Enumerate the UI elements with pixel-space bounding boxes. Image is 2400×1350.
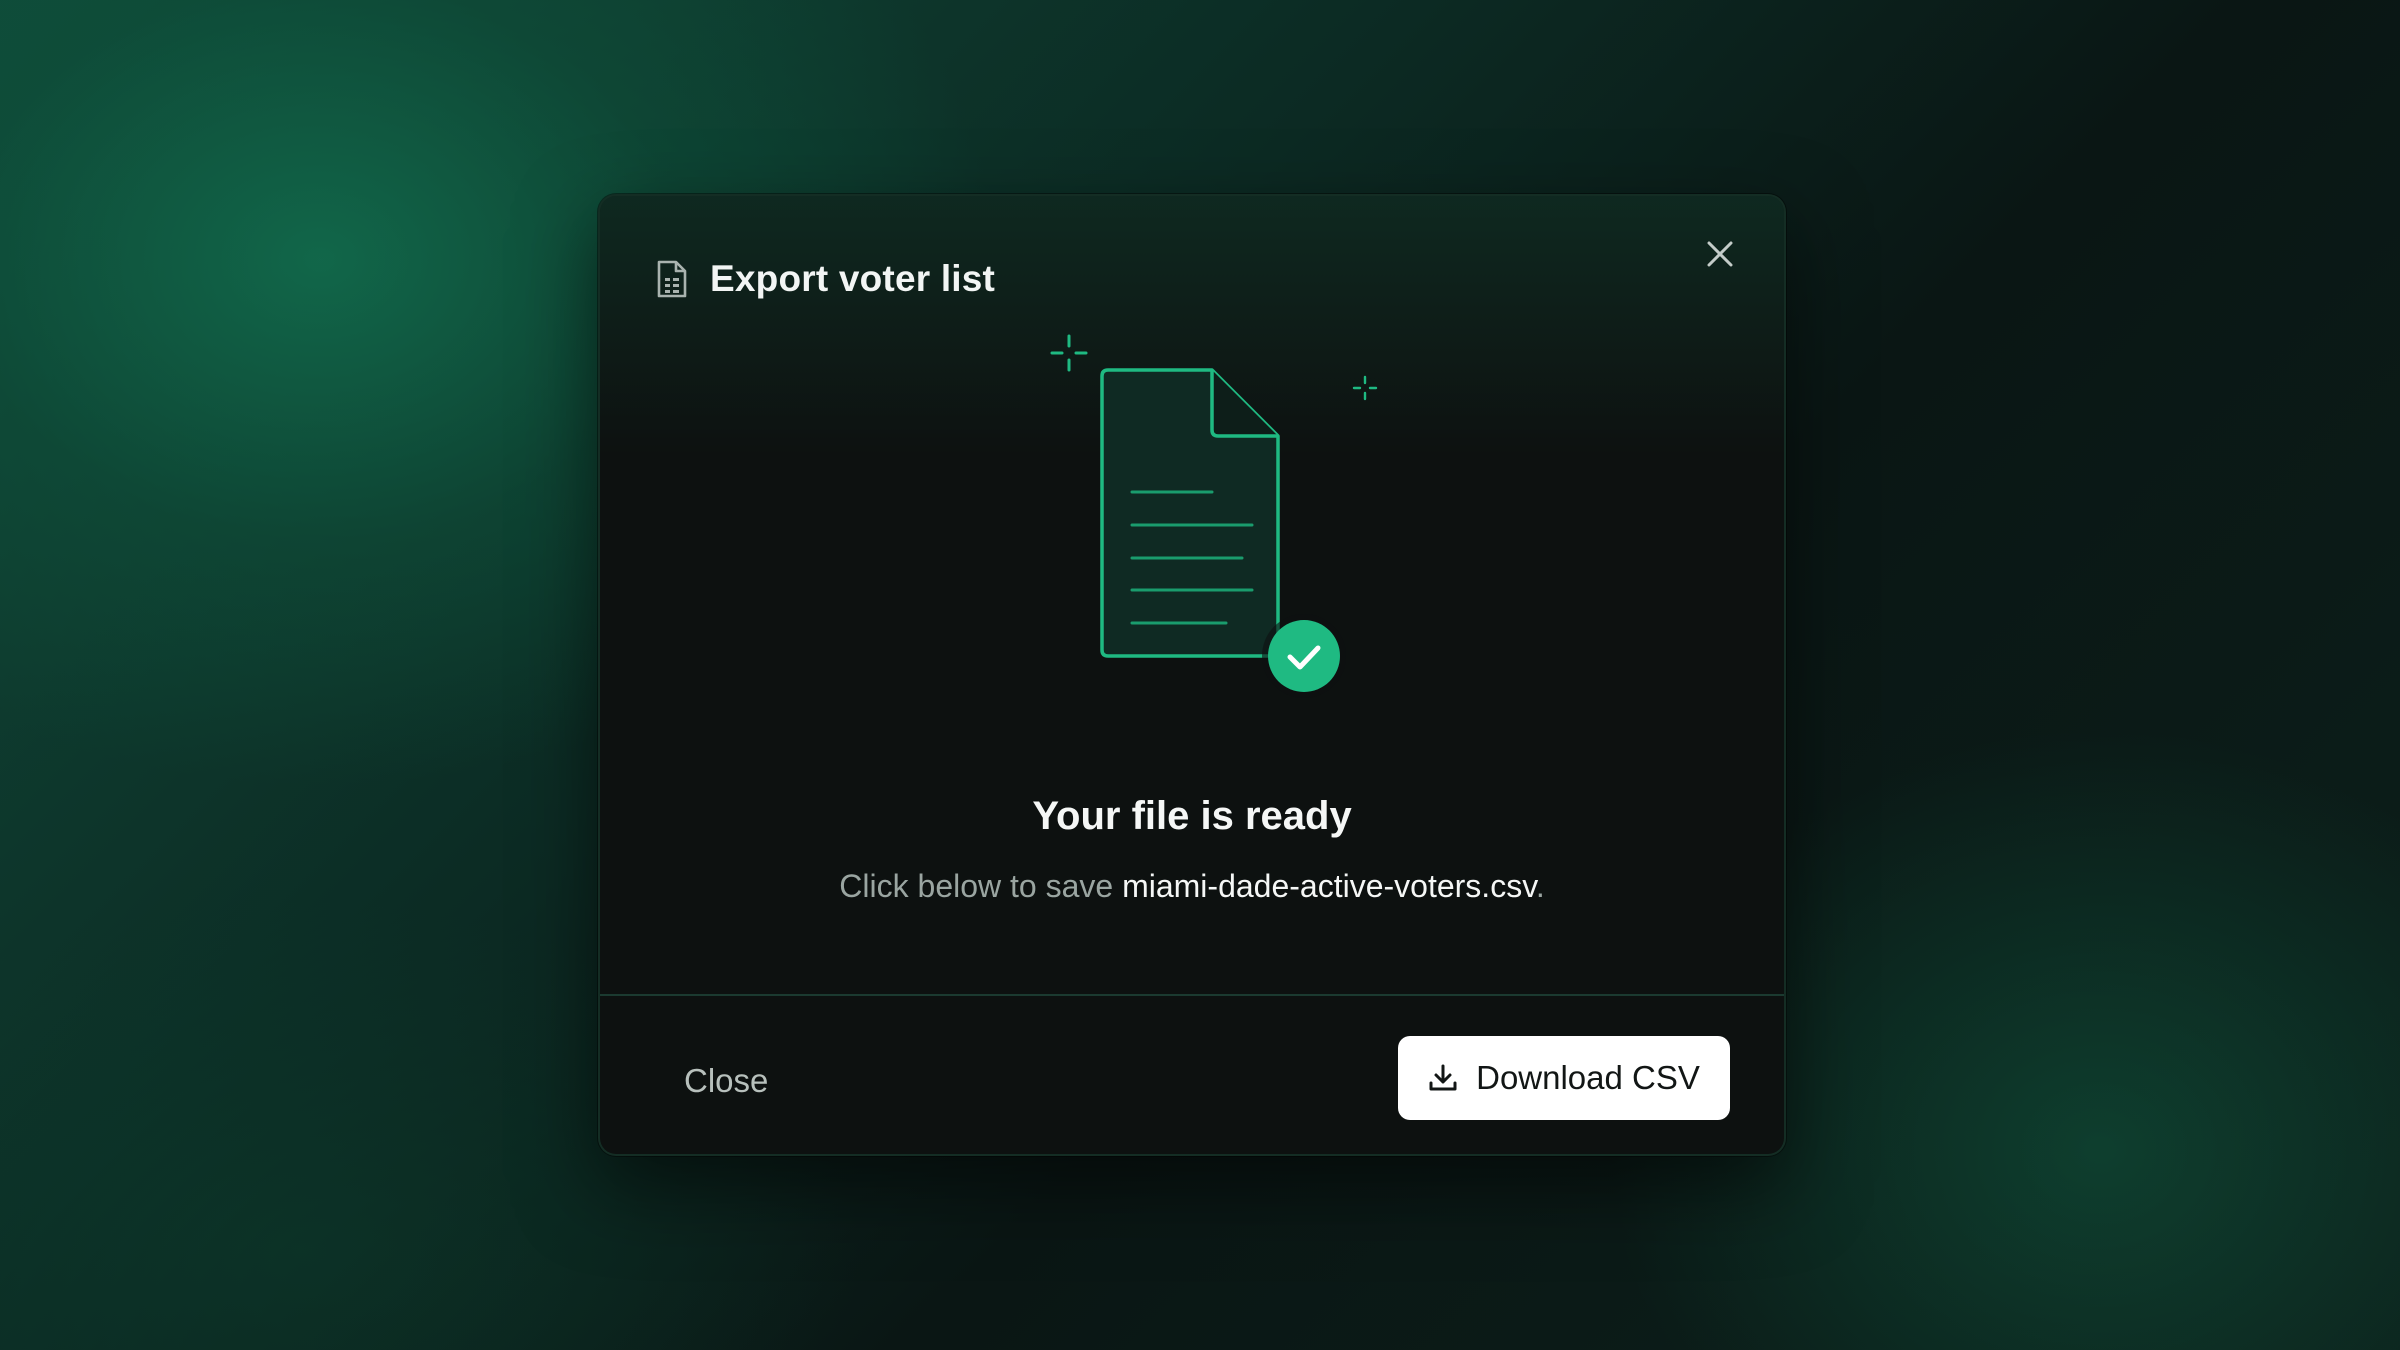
description-suffix: . [1535,868,1545,904]
dialog-header: Export voter list [656,258,995,300]
spreadsheet-file-icon [656,259,688,299]
dialog-title: Export voter list [710,258,996,299]
document-check-icon [1100,368,1346,698]
file-ready-illustration [1026,330,1406,720]
download-icon [1429,1064,1457,1091]
sparkle-icon [1352,375,1378,401]
close-icon [1707,241,1733,267]
download-csv-label: Download CSV [1476,1059,1700,1096]
download-csv-button[interactable]: Download CSV [1398,1036,1730,1120]
status-headline: Your file is ready [1032,794,1352,838]
description-prefix: Click below to save [839,868,1123,904]
sparkle-icon [1050,334,1088,372]
status-description: Click below to save miami-dade-active-vo… [600,868,1784,905]
export-filename: miami-dade-active-voters.csv [1122,868,1536,904]
export-dialog: Export voter list Your file is ready Cli… [598,194,1786,1156]
close-button[interactable]: Close [684,1056,768,1106]
footer-divider [600,994,1784,996]
close-dialog-button[interactable] [1696,230,1744,278]
